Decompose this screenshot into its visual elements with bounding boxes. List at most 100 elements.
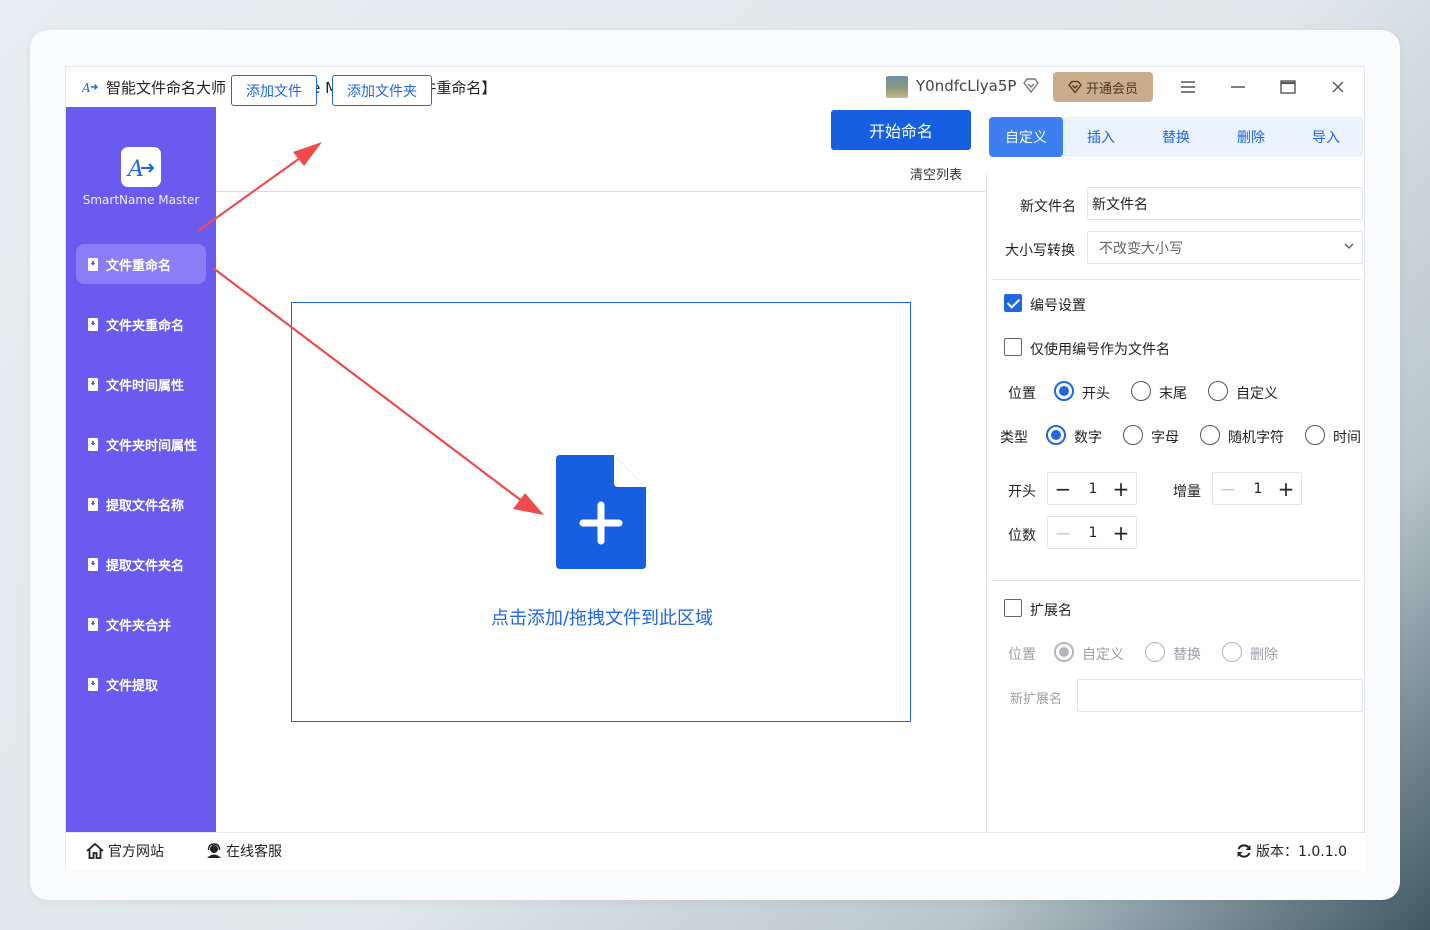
website-label: 官方网站 (108, 844, 164, 860)
increment-button[interactable]: + (1106, 473, 1136, 504)
vip-button[interactable]: 开通会员 (1053, 72, 1153, 102)
sidebar-item-file-rename[interactable]: 文件重命名 (76, 244, 206, 284)
decrement-button[interactable]: − (1048, 473, 1078, 504)
decrement-button[interactable]: − (1213, 473, 1243, 504)
file-add-icon (88, 377, 98, 391)
sidebar-item-label: 文件夹合并 (106, 618, 172, 634)
svg-text:A: A (126, 157, 144, 182)
type-radio-time[interactable] (1305, 425, 1325, 445)
type-radio-letter[interactable] (1123, 425, 1143, 445)
home-icon (86, 843, 104, 859)
position-option-end: 末尾 (1159, 386, 1187, 402)
status-bar: 官方网站 在线客服 版本：1.0.1.0 (66, 832, 1366, 870)
ext-position-option-replace: 替换 (1173, 647, 1201, 663)
position-radio-custom[interactable] (1208, 381, 1228, 401)
tab-insert[interactable]: 插入 (1064, 117, 1138, 157)
ext-position-radio-custom[interactable] (1054, 642, 1074, 662)
sidebar-item-extract-filename[interactable]: 提取文件名称 (76, 484, 206, 524)
numbering-checkbox[interactable] (1004, 294, 1022, 312)
position-radio-end[interactable] (1131, 381, 1151, 401)
sidebar-item-file-extract[interactable]: 文件提取 (76, 664, 206, 704)
increment-value[interactable]: 1 (1243, 473, 1273, 504)
only-number-checkbox[interactable] (1004, 338, 1022, 356)
only-number-label: 仅使用编号作为文件名 (1030, 342, 1170, 358)
sidebar-item-label: 文件时间属性 (106, 378, 185, 394)
case-select-value: 不改变大小写 (1099, 240, 1183, 257)
sidebar-logo-text: SmartName Master (82, 193, 200, 207)
new-ext-input[interactable] (1077, 679, 1363, 712)
menu-icon[interactable] (1176, 75, 1200, 99)
start-value[interactable]: 1 (1078, 473, 1108, 504)
increment-button[interactable]: + (1271, 473, 1301, 504)
headset-icon (207, 843, 221, 858)
ext-position-radio-replace[interactable] (1145, 642, 1165, 662)
start-stepper: − 1 + (1047, 472, 1137, 505)
diamond-icon (1023, 78, 1039, 94)
add-folder-button[interactable]: 添加文件夹 (332, 75, 432, 106)
position-option-start: 开头 (1082, 386, 1110, 402)
clear-list-button[interactable]: 清空列表 (910, 164, 962, 183)
case-label: 大小写转换 (1005, 243, 1075, 259)
decrement-button[interactable]: − (1048, 517, 1078, 548)
file-add-icon (88, 557, 98, 571)
divider (216, 191, 986, 192)
tab-import[interactable]: 导入 (1289, 117, 1363, 157)
type-option-random: 随机字符 (1228, 430, 1284, 446)
file-drop-zone[interactable]: 点击添加/拖拽文件到此区域 (291, 302, 911, 722)
ext-position-radio-delete[interactable] (1222, 642, 1242, 662)
svg-text:A: A (82, 81, 91, 95)
tab-delete[interactable]: 删除 (1214, 117, 1288, 157)
start-rename-button[interactable]: 开始命名 (831, 110, 971, 150)
file-add-icon (88, 497, 98, 511)
avatar[interactable] (886, 76, 908, 98)
sidebar-item-label: 提取文件名称 (106, 498, 185, 514)
file-add-icon (556, 455, 646, 569)
start-label: 开头 (1008, 484, 1036, 500)
app-logo-icon: A (82, 81, 98, 95)
minimize-icon[interactable] (1226, 75, 1250, 99)
digits-value[interactable]: 1 (1078, 517, 1108, 548)
type-option-number: 数字 (1074, 430, 1102, 446)
tab-replace[interactable]: 替换 (1139, 117, 1213, 157)
close-icon[interactable] (1326, 75, 1350, 99)
sidebar-item-folder-merge[interactable]: 文件夹合并 (76, 604, 206, 644)
type-option-letter: 字母 (1151, 430, 1179, 446)
ext-label: 扩展名 (1030, 603, 1072, 619)
username[interactable]: Y0ndfcLlya5P (916, 77, 1016, 95)
refresh-icon (1237, 844, 1251, 858)
digits-stepper: − 1 + (1047, 516, 1137, 549)
file-add-icon (88, 257, 98, 271)
ext-checkbox[interactable] (1004, 599, 1022, 617)
sidebar-item-label: 文件重命名 (106, 258, 172, 274)
file-add-icon (88, 437, 98, 451)
sidebar-item-file-time[interactable]: 文件时间属性 (76, 364, 206, 404)
sidebar-item-folder-time[interactable]: 文件夹时间属性 (76, 424, 206, 464)
new-name-input[interactable]: 新文件名 (1087, 187, 1363, 220)
sidebar-item-label: 文件提取 (106, 678, 159, 694)
version-info[interactable]: 版本：1.0.1.0 (1236, 841, 1347, 861)
tab-custom[interactable]: 自定义 (989, 117, 1063, 157)
sidebar-logo-icon: A (121, 147, 161, 187)
support-label: 在线客服 (226, 844, 282, 860)
sidebar-item-folder-rename[interactable]: 文件夹重命名 (76, 304, 206, 344)
ext-position-option-custom: 自定义 (1082, 647, 1124, 663)
sidebar-item-label: 提取文件夹名 (106, 558, 185, 574)
type-radio-random[interactable] (1200, 425, 1220, 445)
sidebar-item-label: 文件夹时间属性 (106, 438, 198, 454)
maximize-icon[interactable] (1276, 75, 1300, 99)
sidebar: A SmartName Master 文件重命名 文件夹重命名 文件时间属性 文… (66, 107, 216, 832)
version-label: 版本：1.0.1.0 (1256, 844, 1347, 860)
position-radio-start[interactable] (1054, 381, 1074, 401)
app-window: A 智能文件命名大师 SmartName Master - 【文件重命名】 Y0… (65, 66, 1366, 870)
case-select[interactable]: 不改变大小写 (1087, 231, 1363, 264)
increment-label: 增量 (1173, 484, 1201, 500)
file-add-icon (88, 317, 98, 331)
website-link[interactable]: 官方网站 (86, 841, 164, 861)
type-radio-number[interactable] (1046, 425, 1066, 445)
support-link[interactable]: 在线客服 (206, 841, 282, 861)
settings-tabs: 自定义 插入 替换 删除 导入 (989, 117, 1363, 157)
sidebar-item-extract-foldername[interactable]: 提取文件夹名 (76, 544, 206, 584)
increment-button[interactable]: + (1106, 517, 1136, 548)
add-file-button[interactable]: 添加文件 (231, 75, 317, 106)
divider (991, 580, 1361, 581)
